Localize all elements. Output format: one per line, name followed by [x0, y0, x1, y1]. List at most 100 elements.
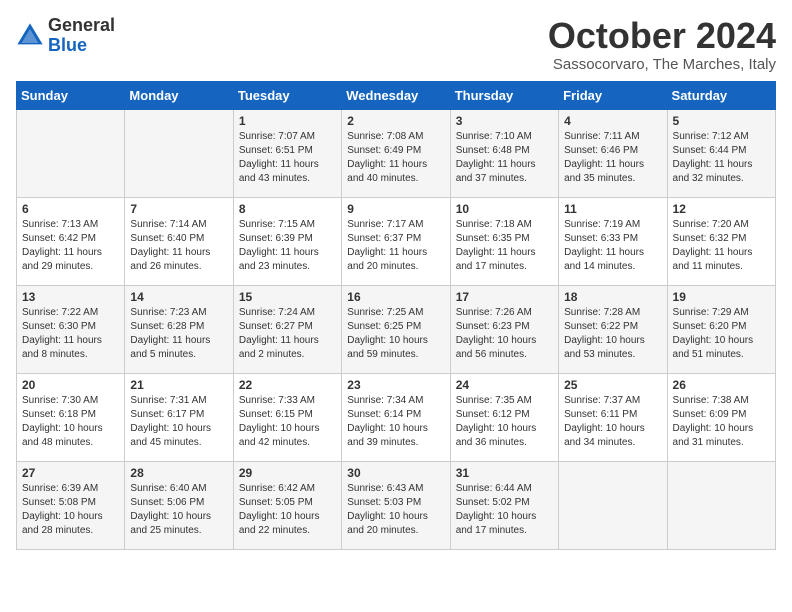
- day-number: 27: [22, 466, 119, 480]
- day-number: 29: [239, 466, 336, 480]
- calendar-cell: 15 Sunrise: 7:24 AM Sunset: 6:27 PM Dayli…: [233, 285, 341, 373]
- weekday-header: Monday: [125, 81, 233, 109]
- day-number: 18: [564, 290, 661, 304]
- day-info: Sunrise: 7:19 AM Sunset: 6:33 PM Dayligh…: [564, 218, 661, 274]
- day-info: Sunrise: 6:43 AM Sunset: 5:03 PM Dayligh…: [347, 482, 444, 538]
- calendar-week-row: 13 Sunrise: 7:22 AM Sunset: 6:30 PM Dayli…: [17, 285, 776, 373]
- day-info: Sunrise: 7:29 AM Sunset: 6:20 PM Dayligh…: [673, 306, 770, 362]
- day-number: 11: [564, 202, 661, 216]
- day-number: 1: [239, 114, 336, 128]
- calendar-week-row: 6Sunrise: 7:13 AM Sunset: 6:42 PM Daylig…: [17, 197, 776, 285]
- calendar-cell: 3 Sunrise: 7:10 AM Sunset: 6:48 PM Daylig…: [450, 109, 558, 197]
- day-number: 12: [673, 202, 770, 216]
- day-number: 30: [347, 466, 444, 480]
- day-number: 23: [347, 378, 444, 392]
- day-number: 2: [347, 114, 444, 128]
- day-info: Sunrise: 7:23 AM Sunset: 6:28 PM Dayligh…: [130, 306, 227, 362]
- calendar-cell: 30 Sunrise: 6:43 AM Sunset: 5:03 PM Dayli…: [342, 461, 450, 549]
- day-info: Sunrise: 7:08 AM Sunset: 6:49 PM Dayligh…: [347, 130, 444, 186]
- calendar-cell: 22Sunrise: 7:33 AM Sunset: 6:15 PM Dayli…: [233, 373, 341, 461]
- calendar-cell: 4Sunrise: 7:11 AM Sunset: 6:46 PM Daylig…: [559, 109, 667, 197]
- day-info: Sunrise: 7:35 AM Sunset: 6:12 PM Dayligh…: [456, 394, 553, 450]
- calendar-cell: 26 Sunrise: 7:38 AM Sunset: 6:09 PM Dayli…: [667, 373, 775, 461]
- day-info: Sunrise: 7:24 AM Sunset: 6:27 PM Dayligh…: [239, 306, 336, 362]
- calendar-cell: 11 Sunrise: 7:19 AM Sunset: 6:33 PM Dayli…: [559, 197, 667, 285]
- day-number: 9: [347, 202, 444, 216]
- day-info: Sunrise: 7:28 AM Sunset: 6:22 PM Dayligh…: [564, 306, 661, 362]
- day-info: Sunrise: 7:37 AM Sunset: 6:11 PM Dayligh…: [564, 394, 661, 450]
- day-info: Sunrise: 7:18 AM Sunset: 6:35 PM Dayligh…: [456, 218, 553, 274]
- month-title: October 2024: [548, 16, 776, 56]
- calendar-cell: 31 Sunrise: 6:44 AM Sunset: 5:02 PM Dayli…: [450, 461, 558, 549]
- day-info: Sunrise: 7:14 AM Sunset: 6:40 PM Dayligh…: [130, 218, 227, 274]
- day-number: 28: [130, 466, 227, 480]
- day-info: Sunrise: 7:07 AM Sunset: 6:51 PM Dayligh…: [239, 130, 336, 186]
- calendar-cell: 28 Sunrise: 6:40 AM Sunset: 5:06 PM Dayli…: [125, 461, 233, 549]
- day-number: 14: [130, 290, 227, 304]
- day-info: Sunrise: 7:12 AM Sunset: 6:44 PM Dayligh…: [673, 130, 770, 186]
- calendar-week-row: 20Sunrise: 7:30 AM Sunset: 6:18 PM Dayli…: [17, 373, 776, 461]
- calendar-cell: 24Sunrise: 7:35 AM Sunset: 6:12 PM Dayli…: [450, 373, 558, 461]
- weekday-header: Sunday: [17, 81, 125, 109]
- calendar-week-row: 27 Sunrise: 6:39 AM Sunset: 5:08 PM Dayli…: [17, 461, 776, 549]
- calendar-cell: [559, 461, 667, 549]
- day-info: Sunrise: 6:39 AM Sunset: 5:08 PM Dayligh…: [22, 482, 119, 538]
- day-number: 20: [22, 378, 119, 392]
- day-info: Sunrise: 6:42 AM Sunset: 5:05 PM Dayligh…: [239, 482, 336, 538]
- calendar-table: SundayMondayTuesdayWednesdayThursdayFrid…: [16, 81, 776, 550]
- day-info: Sunrise: 7:31 AM Sunset: 6:17 PM Dayligh…: [130, 394, 227, 450]
- location-subtitle: Sassocorvaro, The Marches, Italy: [548, 56, 776, 73]
- logo-icon: [16, 22, 44, 50]
- day-info: Sunrise: 6:44 AM Sunset: 5:02 PM Dayligh…: [456, 482, 553, 538]
- day-info: Sunrise: 7:17 AM Sunset: 6:37 PM Dayligh…: [347, 218, 444, 274]
- calendar-cell: 14 Sunrise: 7:23 AM Sunset: 6:28 PM Dayli…: [125, 285, 233, 373]
- calendar-cell: 19 Sunrise: 7:29 AM Sunset: 6:20 PM Dayli…: [667, 285, 775, 373]
- calendar-cell: 25 Sunrise: 7:37 AM Sunset: 6:11 PM Dayli…: [559, 373, 667, 461]
- calendar-cell: [667, 461, 775, 549]
- calendar-cell: 12Sunrise: 7:20 AM Sunset: 6:32 PM Dayli…: [667, 197, 775, 285]
- calendar-cell: 17Sunrise: 7:26 AM Sunset: 6:23 PM Dayli…: [450, 285, 558, 373]
- calendar-cell: 6Sunrise: 7:13 AM Sunset: 6:42 PM Daylig…: [17, 197, 125, 285]
- day-number: 19: [673, 290, 770, 304]
- day-number: 31: [456, 466, 553, 480]
- logo: General Blue: [16, 16, 115, 56]
- day-info: Sunrise: 6:40 AM Sunset: 5:06 PM Dayligh…: [130, 482, 227, 538]
- day-info: Sunrise: 7:34 AM Sunset: 6:14 PM Dayligh…: [347, 394, 444, 450]
- calendar-cell: 18 Sunrise: 7:28 AM Sunset: 6:22 PM Dayli…: [559, 285, 667, 373]
- day-number: 16: [347, 290, 444, 304]
- day-number: 3: [456, 114, 553, 128]
- day-number: 10: [456, 202, 553, 216]
- day-info: Sunrise: 7:38 AM Sunset: 6:09 PM Dayligh…: [673, 394, 770, 450]
- day-number: 8: [239, 202, 336, 216]
- calendar-cell: [125, 109, 233, 197]
- calendar-cell: 1 Sunrise: 7:07 AM Sunset: 6:51 PM Daylig…: [233, 109, 341, 197]
- title-block: October 2024 Sassocorvaro, The Marches, …: [548, 16, 776, 73]
- weekday-header: Saturday: [667, 81, 775, 109]
- day-number: 15: [239, 290, 336, 304]
- page-header: General Blue October 2024 Sassocorvaro, …: [16, 16, 776, 73]
- calendar-week-row: 1 Sunrise: 7:07 AM Sunset: 6:51 PM Daylig…: [17, 109, 776, 197]
- calendar-cell: 9 Sunrise: 7:17 AM Sunset: 6:37 PM Daylig…: [342, 197, 450, 285]
- day-number: 25: [564, 378, 661, 392]
- day-info: Sunrise: 7:15 AM Sunset: 6:39 PM Dayligh…: [239, 218, 336, 274]
- weekday-header: Tuesday: [233, 81, 341, 109]
- day-number: 7: [130, 202, 227, 216]
- calendar-cell: 21 Sunrise: 7:31 AM Sunset: 6:17 PM Dayli…: [125, 373, 233, 461]
- weekday-header: Thursday: [450, 81, 558, 109]
- calendar-cell: 20Sunrise: 7:30 AM Sunset: 6:18 PM Dayli…: [17, 373, 125, 461]
- calendar-cell: 10 Sunrise: 7:18 AM Sunset: 6:35 PM Dayli…: [450, 197, 558, 285]
- day-number: 13: [22, 290, 119, 304]
- day-info: Sunrise: 7:26 AM Sunset: 6:23 PM Dayligh…: [456, 306, 553, 362]
- day-number: 6: [22, 202, 119, 216]
- calendar-cell: 23 Sunrise: 7:34 AM Sunset: 6:14 PM Dayli…: [342, 373, 450, 461]
- day-info: Sunrise: 7:33 AM Sunset: 6:15 PM Dayligh…: [239, 394, 336, 450]
- day-info: Sunrise: 7:10 AM Sunset: 6:48 PM Dayligh…: [456, 130, 553, 186]
- day-number: 21: [130, 378, 227, 392]
- calendar-cell: 29 Sunrise: 6:42 AM Sunset: 5:05 PM Dayli…: [233, 461, 341, 549]
- day-number: 5: [673, 114, 770, 128]
- day-info: Sunrise: 7:22 AM Sunset: 6:30 PM Dayligh…: [22, 306, 119, 362]
- calendar-cell: 27 Sunrise: 6:39 AM Sunset: 5:08 PM Dayli…: [17, 461, 125, 549]
- calendar-cell: 5 Sunrise: 7:12 AM Sunset: 6:44 PM Daylig…: [667, 109, 775, 197]
- day-number: 26: [673, 378, 770, 392]
- logo-text: General Blue: [48, 16, 115, 56]
